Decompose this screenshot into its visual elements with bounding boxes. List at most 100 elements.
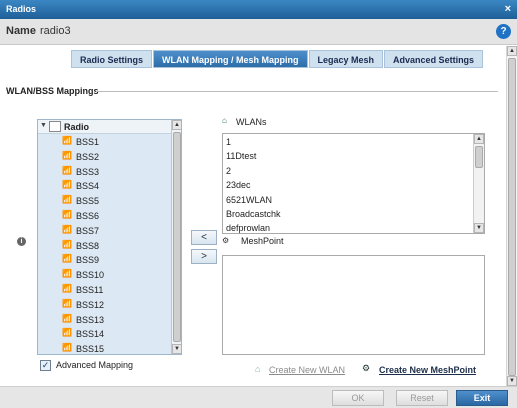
tab-wlan-mesh-mapping[interactable]: WLAN Mapping / Mesh Mapping [153, 50, 308, 68]
tab-advanced-settings[interactable]: Advanced Settings [384, 50, 484, 68]
wlan-list-item[interactable]: 23dec [223, 177, 484, 191]
wlan-scrollbar[interactable]: ▲ ▼ [473, 134, 484, 233]
meshpoint-list[interactable] [222, 255, 485, 355]
tree-item-label: BSS15 [76, 344, 105, 355]
tree-item-label: BSS2 [76, 151, 100, 162]
scroll-up-icon[interactable]: ▲ [474, 134, 484, 144]
antenna-icon: 📶 [62, 239, 72, 249]
scroll-down-icon[interactable]: ▼ [474, 223, 484, 233]
tree-item-label: BSS12 [76, 299, 105, 310]
meshpoint-header: MeshPoint [241, 236, 284, 246]
wlan-list-item[interactable]: defprowlan [223, 220, 484, 233]
tree-item-bss[interactable]: 📶 BSS13 [38, 313, 172, 328]
antenna-icon: 📶 [62, 328, 72, 338]
tree-item-label: BSS9 [76, 255, 100, 266]
wlan-scroll-thumb[interactable] [475, 146, 483, 168]
main-scroll-thumb[interactable] [508, 58, 516, 376]
tree-item-bss[interactable]: 📶 BSS5 [38, 194, 172, 209]
tree-item-bss[interactable]: 📶 BSS11 [38, 283, 172, 298]
tree-item-bss[interactable]: 📶 BSS10 [38, 268, 172, 283]
ok-button[interactable]: OK [332, 390, 384, 406]
tree-item-label: BSS3 [76, 166, 100, 177]
wlan-list-item[interactable]: Broadcastchk [223, 206, 484, 220]
scroll-down-icon[interactable]: ▼ [507, 376, 517, 386]
section-title: WLAN/BSS Mappings [6, 86, 99, 96]
tree-item-bss[interactable]: 📶 BSS14 [38, 327, 172, 342]
tree-item-label: BSS6 [76, 210, 100, 221]
name-bar: Name radio3 ? [0, 19, 517, 45]
main-scrollbar[interactable]: ▲ ▼ [506, 46, 517, 386]
tree-item-label: BSS4 [76, 181, 100, 192]
scroll-up-icon[interactable]: ▲ [507, 46, 517, 56]
tree-item-bss[interactable]: 📶 BSS15 [38, 342, 172, 355]
tree-item-label: BSS13 [76, 314, 105, 325]
collapse-icon[interactable]: ▼ [40, 122, 47, 129]
antenna-icon: 📶 [62, 180, 72, 190]
tree-item-bss[interactable]: 📶 BSS1 [38, 135, 172, 150]
radio-bss-tree[interactable]: ▼ Radio 📶 BSS1 📶 BSS2 📶 BSS3 📶 BSS4 📶 BSS5 📶 BSS6 📶 B… [37, 119, 182, 355]
tree-item-bss[interactable]: 📶 BSS8 [38, 239, 172, 254]
tree-item-bss[interactable]: 📶 BSS2 [38, 150, 172, 165]
antenna-icon: 📶 [62, 209, 72, 219]
wlan-icon: ⌂ [222, 116, 227, 125]
tree-scrollbar[interactable]: ▲ ▼ [171, 120, 181, 354]
scroll-down-icon[interactable]: ▼ [172, 344, 181, 354]
antenna-icon: 📶 [62, 165, 72, 175]
tree-item-label: BSS14 [76, 329, 105, 340]
tree-item-bss[interactable]: 📶 BSS4 [38, 179, 172, 194]
tree-item-label: BSS11 [76, 284, 104, 295]
tree-item-bss[interactable]: 📶 BSS6 [38, 209, 172, 224]
tree-item-bss[interactable]: 📶 BSS3 [38, 165, 172, 180]
tree-item-label: BSS10 [76, 270, 105, 281]
wlan-list-item[interactable]: 6521WLAN [223, 192, 484, 206]
move-left-button[interactable]: < [191, 230, 217, 245]
tree-item-bss[interactable]: 📶 BSS9 [38, 253, 172, 268]
close-icon[interactable]: × [505, 3, 511, 15]
tree-root-label: Radio [64, 122, 90, 132]
tab-radio-settings[interactable]: Radio Settings [71, 50, 153, 68]
name-value: radio3 [40, 25, 71, 37]
tree-root[interactable]: ▼ Radio [38, 120, 172, 134]
exit-button[interactable]: Exit [456, 390, 508, 406]
create-new-meshpoint-link[interactable]: Create New MeshPoint [379, 365, 476, 375]
antenna-icon: 📶 [62, 195, 72, 205]
tree-item-bss[interactable]: 📶 BSS12 [38, 298, 172, 313]
create-wlan-icon: ⌂ [255, 364, 261, 374]
name-label: Name [6, 25, 36, 37]
create-meshpoint-icon: ⚙ [362, 363, 371, 373]
move-right-button[interactable]: > [191, 249, 217, 264]
tree-item-label: BSS1 [76, 137, 100, 147]
section-divider [96, 91, 498, 92]
antenna-icon: 📶 [62, 254, 72, 264]
antenna-icon: 📶 [62, 136, 72, 145]
antenna-icon: 📶 [62, 269, 72, 279]
info-icon[interactable]: i [17, 237, 26, 246]
wlan-list-item[interactable]: 11Dtest [223, 148, 484, 162]
antenna-icon: 📶 [62, 224, 72, 234]
window-title: Radios [6, 4, 37, 14]
tree-item-bss[interactable]: 📶 BSS7 [38, 224, 172, 239]
reset-button[interactable]: Reset [396, 390, 448, 406]
footer-bar: OK Reset Exit [0, 386, 517, 408]
tab-legacy-mesh[interactable]: Legacy Mesh [308, 50, 384, 68]
wlan-list-item[interactable]: 1 [223, 134, 484, 148]
tree-item-label: BSS8 [76, 240, 100, 251]
wlan-list-item[interactable]: 2 [223, 163, 484, 177]
help-icon[interactable]: ? [496, 24, 511, 39]
wlan-items: 1 11Dtest 2 23dec 6521WLAN Broadcastchk defpro… [223, 134, 484, 233]
tab-bar: Radio Settings WLAN Mapping / Mesh Mappi… [71, 50, 484, 68]
advanced-mapping-checkbox[interactable]: ✓ [40, 360, 51, 371]
tree-item-label: BSS5 [76, 196, 100, 207]
antenna-icon: 📶 [62, 283, 72, 293]
tree-scroll-thumb[interactable] [173, 132, 181, 342]
antenna-icon: 📶 [62, 343, 72, 353]
advanced-mapping-label: Advanced Mapping [56, 360, 134, 370]
antenna-icon: 📶 [62, 298, 72, 308]
scroll-up-icon[interactable]: ▲ [172, 120, 181, 130]
radio-icon [49, 121, 61, 132]
wlans-header: WLANs [236, 117, 267, 127]
create-new-wlan-link[interactable]: Create New WLAN [269, 365, 345, 375]
antenna-icon: 📶 [62, 313, 72, 323]
tree-item-label: BSS7 [76, 225, 100, 236]
wlans-list[interactable]: 1 11Dtest 2 23dec 6521WLAN Broadcastchk defpro… [222, 133, 485, 234]
